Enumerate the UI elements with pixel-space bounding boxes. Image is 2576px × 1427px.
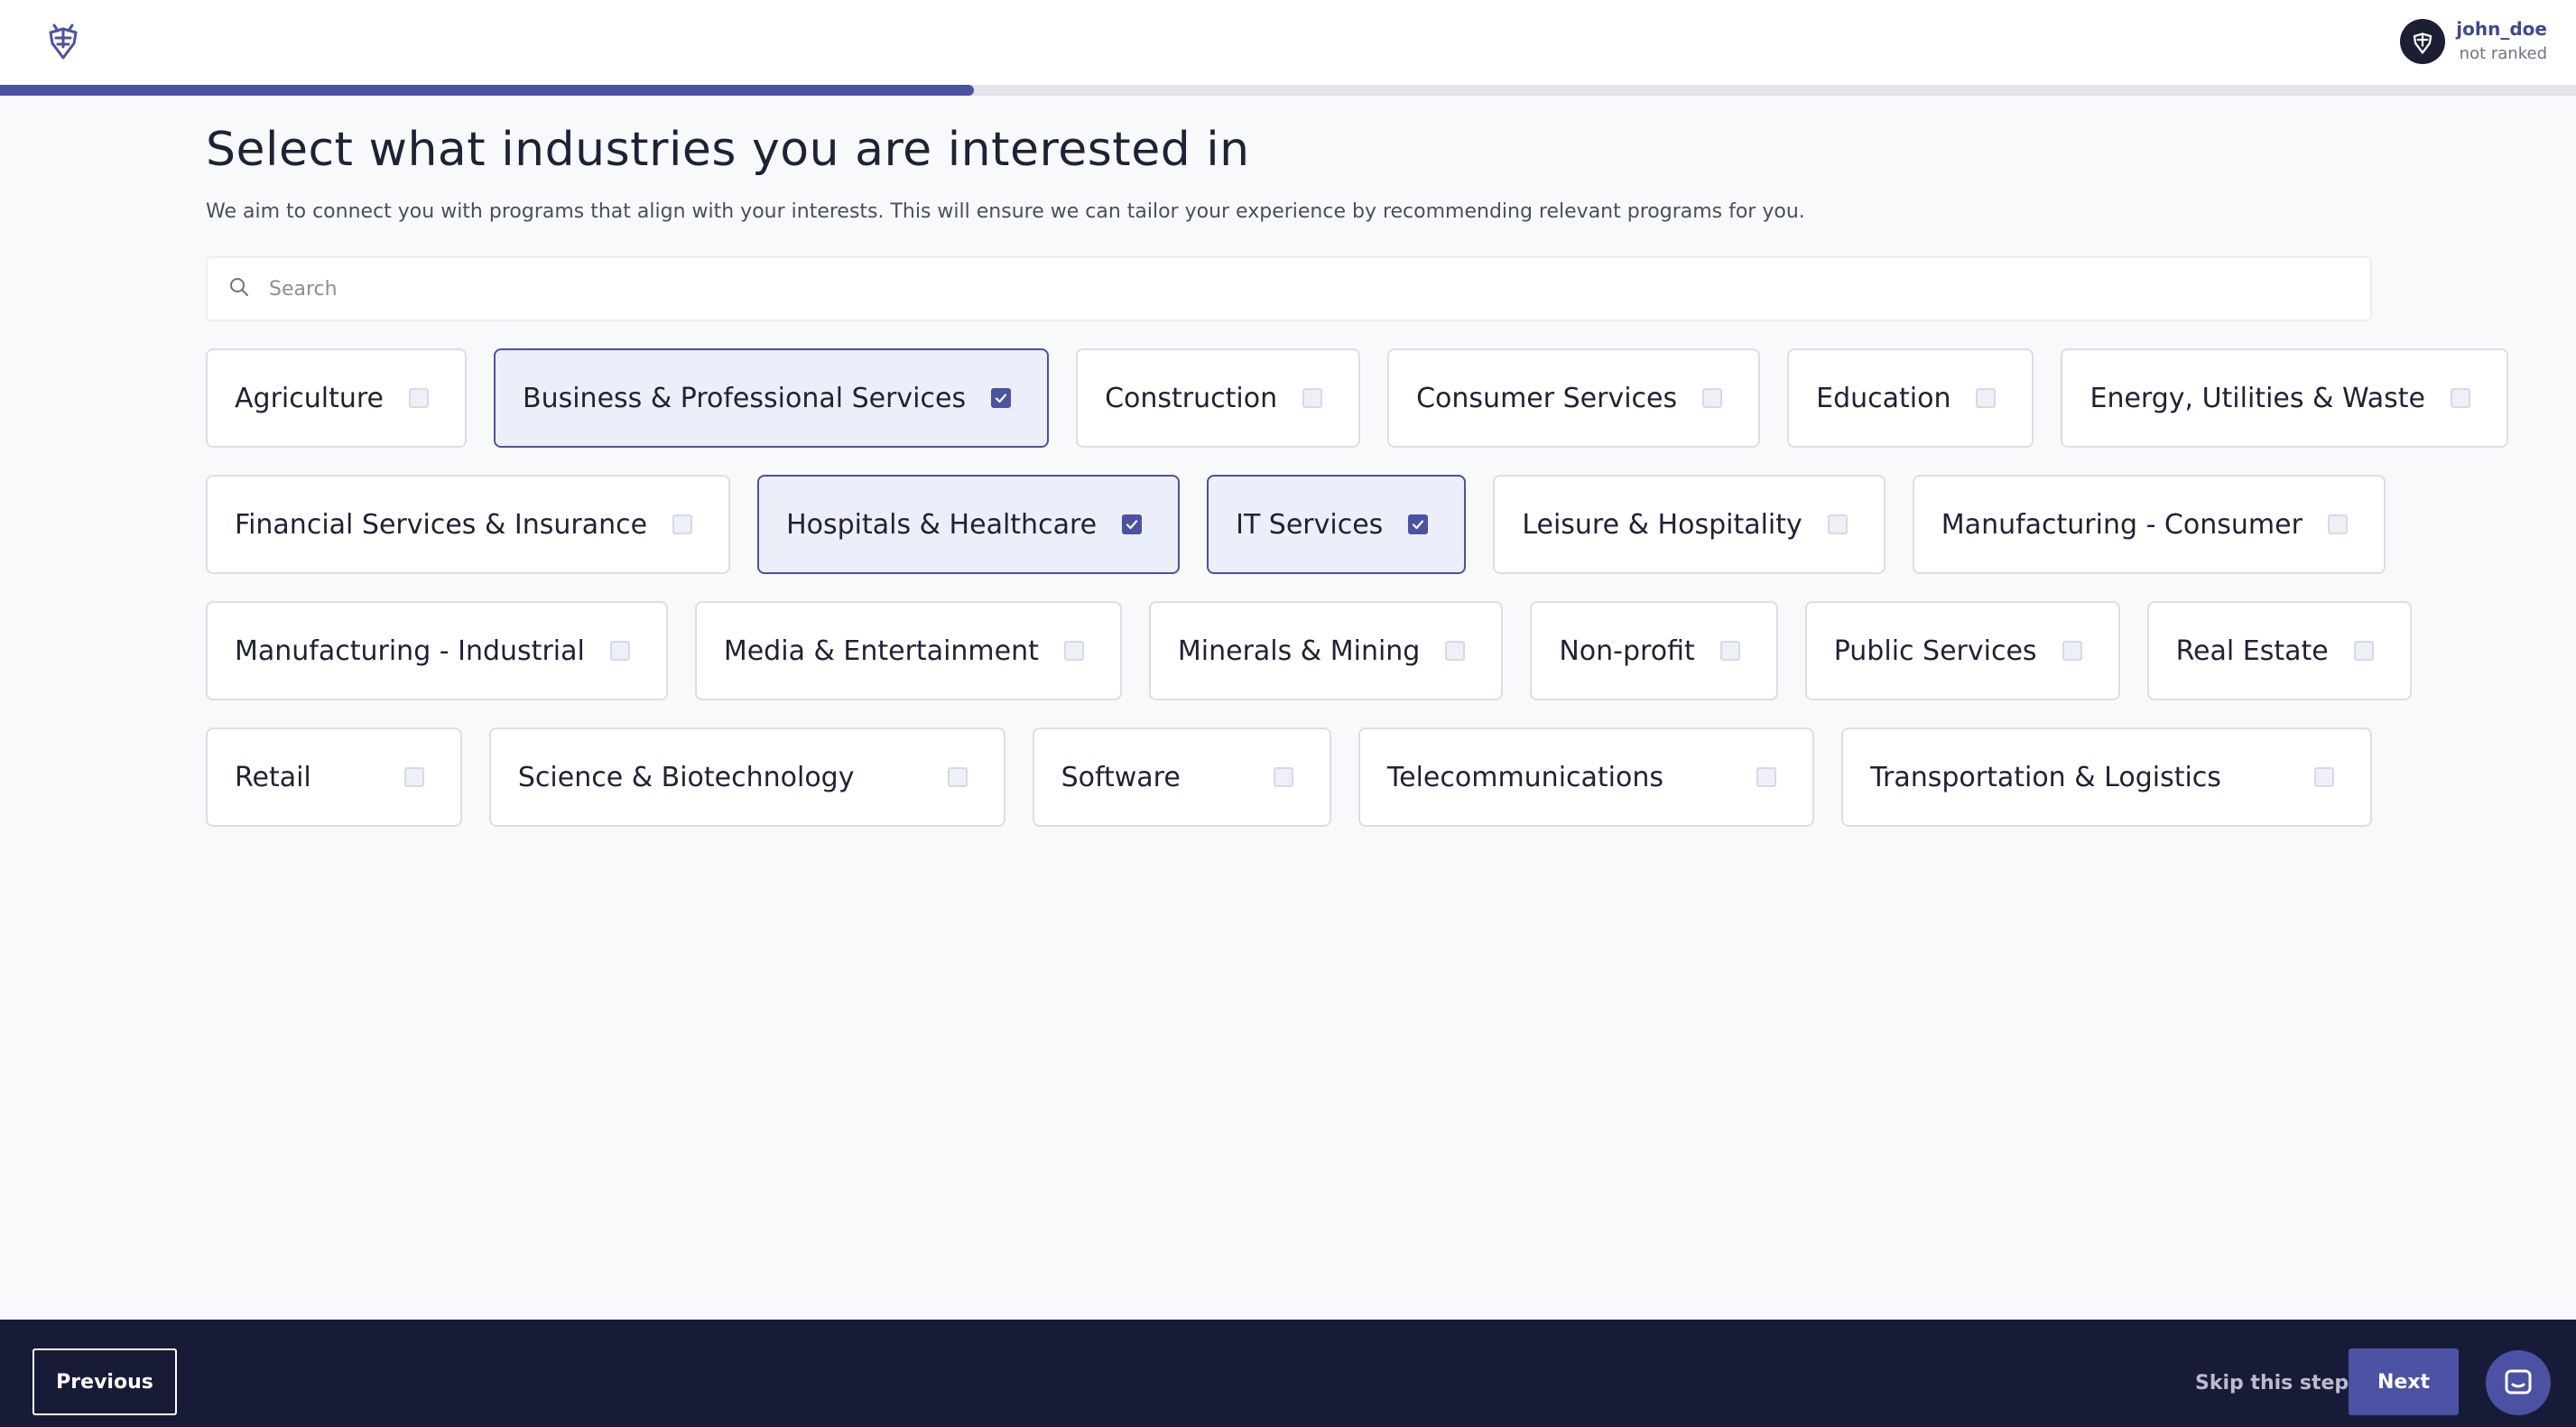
industry-option[interactable]: Energy, Utilities & Waste	[2061, 348, 2508, 448]
user-rank: not ranked	[2459, 44, 2547, 63]
main-content: Select what industries you are intereste…	[206, 121, 2508, 827]
progress-fill	[0, 85, 974, 96]
checkbox-checked-icon[interactable]	[991, 388, 1012, 408]
industry-row: Retail Science & Biotechnology Software Tel…	[206, 727, 2373, 827]
chat-icon[interactable]	[2486, 1350, 2551, 1415]
industry-option[interactable]: Hospitals & Healthcare	[757, 475, 1181, 574]
top-bar: john_doe not ranked	[0, 0, 2576, 85]
industry-label: Construction	[1105, 382, 1278, 414]
checkbox[interactable]	[1273, 767, 1293, 787]
industry-row: Agriculture Business & Professional Servi…	[206, 348, 2508, 448]
checkbox[interactable]	[1702, 388, 1723, 408]
industry-option[interactable]: Retail	[206, 727, 462, 827]
checkbox[interactable]	[2314, 767, 2335, 787]
industry-label: Minerals & Mining	[1177, 635, 1421, 667]
industry-label: Financial Services & Insurance	[235, 508, 648, 541]
industry-option[interactable]: Real Estate	[2146, 601, 2412, 700]
industry-option[interactable]: Construction	[1076, 348, 1361, 448]
industry-label: Consumer Services	[1416, 382, 1678, 414]
industry-option[interactable]: Manufacturing - Industrial	[206, 601, 668, 700]
industry-option[interactable]: Consumer Services	[1387, 348, 1761, 448]
industry-label: Hospitals & Healthcare	[786, 508, 1098, 541]
industry-label: Manufacturing - Consumer	[1941, 508, 2303, 541]
checkbox[interactable]	[609, 641, 630, 661]
footer-bar: Previous Skip this step Next	[0, 1320, 2576, 1427]
industry-label: IT Services	[1236, 508, 1384, 541]
industry-label: Transportation & Logistics	[1870, 761, 2221, 793]
checkbox[interactable]	[1976, 388, 1997, 408]
industry-label: Non-profit	[1559, 635, 1695, 667]
skip-step-link[interactable]: Skip this step	[2195, 1372, 2349, 1395]
industry-option[interactable]: Agriculture	[206, 348, 467, 448]
industry-option[interactable]: Public Services	[1804, 601, 2120, 700]
bee-shield-icon	[2414, 32, 2432, 54]
industry-option[interactable]: Minerals & Mining	[1148, 601, 1504, 700]
next-button[interactable]: Next	[2349, 1348, 2459, 1415]
checkbox[interactable]	[1445, 641, 1466, 661]
industry-label: Retail	[235, 761, 311, 793]
industry-option[interactable]: Software	[1032, 727, 1331, 827]
industry-option[interactable]: Financial Services & Insurance	[206, 475, 731, 574]
industry-label: Energy, Utilities & Waste	[2090, 382, 2425, 414]
checkbox[interactable]	[2062, 641, 2082, 661]
industry-label: Software	[1061, 761, 1181, 793]
industry-label: Business & Professional Services	[523, 382, 967, 414]
industry-option[interactable]: IT Services	[1207, 475, 1467, 574]
search-input[interactable]	[269, 277, 2255, 301]
checkbox[interactable]	[1302, 388, 1323, 408]
industry-label: Media & Entertainment	[723, 635, 1039, 667]
checkbox[interactable]	[1063, 641, 1084, 661]
industry-row: Manufacturing - Industrial Media & Entert…	[206, 601, 2412, 700]
progress-bar	[0, 85, 2576, 96]
industry-label: Public Services	[1833, 635, 2037, 667]
checkbox[interactable]	[1756, 767, 1777, 787]
checkbox[interactable]	[2450, 388, 2470, 408]
industry-label: Manufacturing - Industrial	[235, 635, 585, 667]
industry-option[interactable]: Education	[1787, 348, 2034, 448]
checkbox[interactable]	[403, 767, 424, 787]
industry-option[interactable]: Non-profit	[1530, 601, 1778, 700]
industry-row: Financial Services & Insurance Hospitals …	[206, 475, 2386, 574]
industry-option[interactable]: Manufacturing - Consumer	[1912, 475, 2386, 574]
industry-option[interactable]: Leisure & Hospitality	[1493, 475, 1886, 574]
checkbox[interactable]	[947, 767, 968, 787]
industry-label: Education	[1816, 382, 1951, 414]
industry-option[interactable]: Media & Entertainment	[694, 601, 1122, 700]
previous-button[interactable]: Previous	[32, 1348, 177, 1415]
search-box[interactable]	[206, 256, 2372, 321]
checkbox-checked-icon[interactable]	[1408, 514, 1429, 534]
search-icon	[229, 277, 249, 301]
industry-label: Science & Biotechnology	[517, 761, 855, 793]
industry-label: Telecommunications	[1386, 761, 1663, 793]
checkbox-checked-icon[interactable]	[1122, 514, 1143, 534]
avatar[interactable]	[2400, 19, 2446, 64]
industry-option[interactable]: Science & Biotechnology	[488, 727, 1005, 827]
industry-label: Leisure & Hospitality	[1522, 508, 1802, 541]
checkbox[interactable]	[672, 514, 693, 534]
user-menu[interactable]: john_doe not ranked	[2400, 16, 2547, 67]
page-subtitle: We aim to connect you with programs that…	[206, 200, 1805, 223]
page-title: Select what industries you are intereste…	[206, 123, 1250, 177]
industry-grid: Agriculture Business & Professional Servi…	[206, 348, 2508, 827]
checkbox[interactable]	[2327, 514, 2348, 534]
username[interactable]: john_doe	[2456, 16, 2547, 42]
industry-option[interactable]: Business & Professional Services	[494, 348, 1050, 448]
industry-label: Real Estate	[2175, 635, 2329, 667]
checkbox[interactable]	[1827, 514, 1848, 534]
checkbox[interactable]	[2353, 641, 2374, 661]
checkbox[interactable]	[1719, 641, 1740, 661]
bee-shield-icon[interactable]	[43, 20, 83, 61]
industry-label: Agriculture	[235, 382, 384, 414]
industry-option[interactable]: Telecommunications	[1357, 727, 1815, 827]
checkbox[interactable]	[409, 388, 429, 408]
industry-option[interactable]: Transportation & Logistics	[1841, 727, 2373, 827]
